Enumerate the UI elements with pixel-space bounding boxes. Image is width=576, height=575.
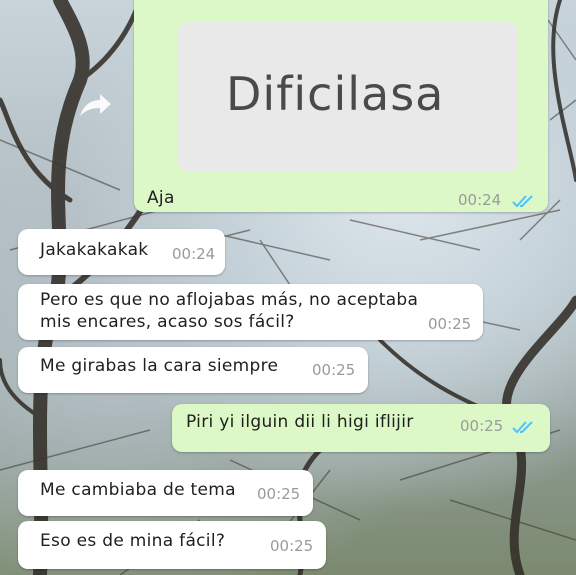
message-text: Eso es de mina fácil? [40,531,226,551]
message-time: 00:25 [312,361,356,379]
message-text: Pero es que no aflojabas más, no aceptab… [40,290,419,310]
image-attachment[interactable]: Dificilasa [178,22,518,172]
message-text-line2: mis encares, acaso sos fácil? [40,312,295,332]
image-caption: Aja [147,188,175,208]
double-check-icon [512,195,533,208]
message-time: 00:25 [460,417,504,435]
message-time: 00:25 [270,537,314,555]
message-text: Jakakakakak [40,240,149,260]
share-icon[interactable] [78,92,112,118]
message-text: Me cambiaba de tema [40,480,236,500]
double-check-icon [512,421,533,434]
message-time: 00:24 [172,245,216,263]
image-text: Dificilasa [226,67,445,121]
message-text: Piri yi ilguin dii li higi iflijir [186,412,414,432]
message-text: Me girabas la cara siempre [40,356,279,376]
message-time: 00:25 [428,315,472,333]
message-time: 00:25 [257,485,301,503]
message-time: 00:24 [458,191,502,209]
